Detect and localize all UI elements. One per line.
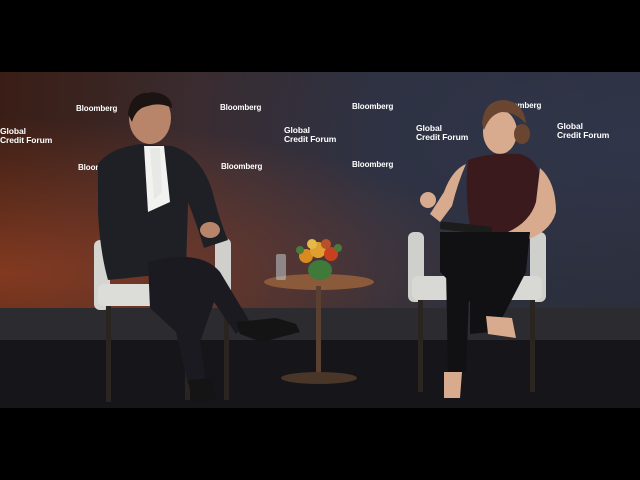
side-table [264, 239, 374, 384]
stage-scene [94, 92, 556, 402]
letterbox-bottom [0, 408, 640, 480]
male-speaker [98, 92, 300, 402]
letterbox-top [0, 0, 640, 72]
video-frame: Bloomberg Bloomberg Bloomberg Bloomberg … [0, 72, 640, 408]
